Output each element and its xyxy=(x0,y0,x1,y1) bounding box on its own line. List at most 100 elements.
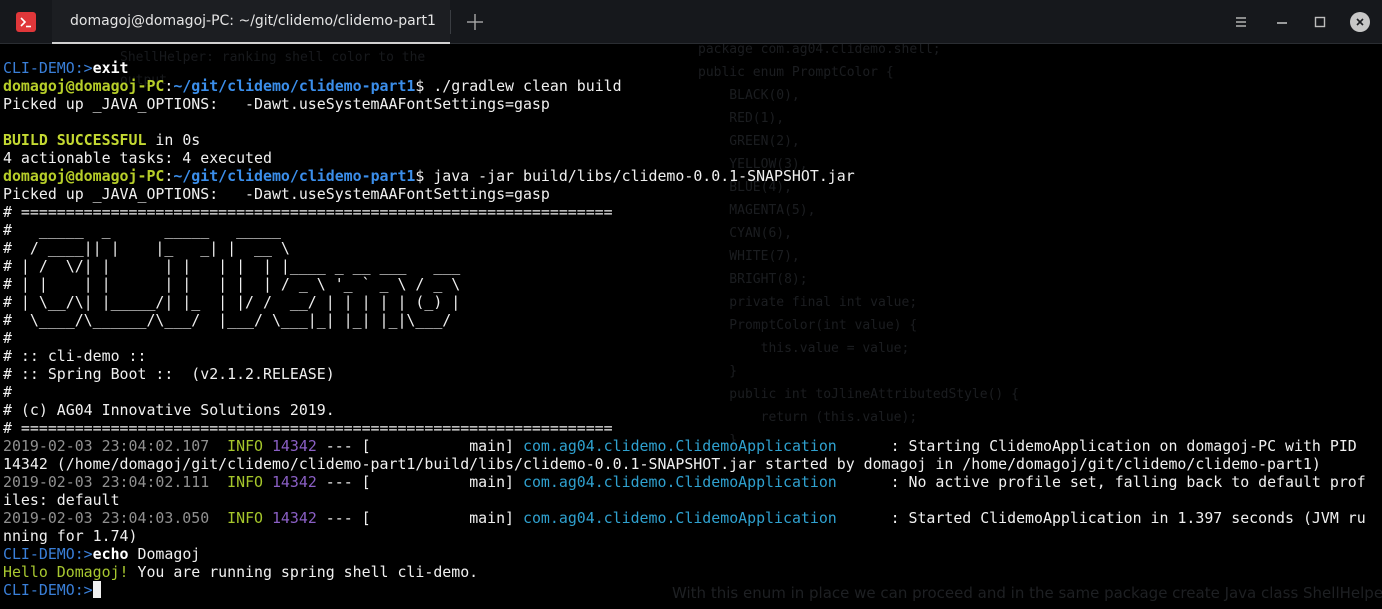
terminal-text-segment: ~/git/clidemo/clidemo-part1 xyxy=(173,167,416,185)
terminal-line: 14342 (/home/domagoj/git/clidemo/clidemo… xyxy=(3,455,1366,473)
terminal-line: Picked up _JAVA_OPTIONS: -Dawt.useSystem… xyxy=(3,95,1366,113)
terminal-text-segment: domagoj@domagoj-PC xyxy=(3,167,165,185)
terminal-text-segment: 14342 xyxy=(271,509,317,527)
terminal-text-segment: # / ____|| | |_ _| | __ \ xyxy=(3,239,290,257)
terminal-text-segment: Picked up _JAVA_OPTIONS: -Dawt.useSystem… xyxy=(3,185,550,203)
terminal-line: # | / \/| | | | | | | |____ _ __ ___ ___ xyxy=(3,257,1366,275)
minimize-button[interactable] xyxy=(1272,12,1292,32)
terminal-text-segment: # | \__/\| |_____/| |_ | |/ / __/ | | | … xyxy=(3,293,461,311)
terminal-line: CLI-DEMO:> xyxy=(3,581,1366,599)
terminal-text-segment: CLI-DEMO:> xyxy=(3,545,93,563)
terminal-text-segment: INFO xyxy=(209,473,272,491)
terminal-text-segment: CLI-DEMO:> xyxy=(3,581,93,599)
terminal-text-segment: Domagoj xyxy=(128,545,201,563)
terminal-text-segment: # xyxy=(3,329,12,347)
terminal-text-segment: Picked up _JAVA_OPTIONS: -Dawt.useSystem… xyxy=(3,95,550,113)
terminal-text-segment: # | / \/| | | | | | | |____ _ __ ___ ___ xyxy=(3,257,461,275)
title-bar[interactable]: domagoj@domagoj-PC: ~/git/clidemo/clidem… xyxy=(0,0,1382,44)
terminal-line: # :: cli-demo :: xyxy=(3,347,1366,365)
terminal-text-segment: # _____ _ _____ _____ xyxy=(3,221,281,239)
terminal-line: # | \__/\| |_____/| |_ | |/ / __/ | | | … xyxy=(3,293,1366,311)
tab-title: domagoj@domagoj-PC: ~/git/clidemo/clidem… xyxy=(70,13,436,29)
maximize-icon xyxy=(1314,16,1326,28)
tab-divider xyxy=(450,10,451,34)
terminal-window: domagoj@domagoj-PC: ~/git/clidemo/clidem… xyxy=(0,0,1382,609)
terminal-text-segment: INFO xyxy=(209,437,272,455)
terminal-line: 4 actionable tasks: 4 executed xyxy=(3,149,1366,167)
terminal-line: CLI-DEMO:>echo Domagoj xyxy=(3,545,1366,563)
terminal-text-segment: 2019-02-03 23:04:02.111 xyxy=(3,473,210,491)
terminal-text-segment: 2019-02-03 23:04:02.107 xyxy=(3,437,210,455)
terminal-text-segment: nning for 1.74) xyxy=(3,527,138,545)
terminal-line: iles: default xyxy=(3,491,1366,509)
terminal-app-icon[interactable] xyxy=(16,12,36,32)
terminal-text-segment: ~/git/clidemo/clidemo-part1 xyxy=(173,77,416,95)
terminal-line: CLI-DEMO:>exit xyxy=(3,59,1366,77)
terminal-text-segment: : No active profile set, falling back to… xyxy=(836,473,1366,491)
terminal-text-segment: # xyxy=(3,383,12,401)
terminal-text-segment: --- [ main] xyxy=(316,437,523,455)
terminal-text-segment: --- [ main] xyxy=(316,509,523,527)
terminal-text-segment: $ ./gradlew clean build xyxy=(415,77,622,95)
terminal-text-segment: --- [ main] xyxy=(316,473,523,491)
terminal-text-segment: : Starting ClidemoApplication on domagoj… xyxy=(836,437,1357,455)
terminal-text-segment: in 0s xyxy=(146,131,201,149)
maximize-button[interactable] xyxy=(1310,12,1330,32)
terminal-text-segment: domagoj@domagoj-PC xyxy=(3,77,165,95)
terminal-line: # :: Spring Boot :: (v2.1.2.RELEASE) xyxy=(3,365,1366,383)
terminal-text-segment: com.ag04.clidemo.ClidemoApplication xyxy=(523,437,837,455)
terminal-text-segment: # ======================================… xyxy=(3,419,613,437)
minimize-icon xyxy=(1277,22,1287,24)
terminal-text-segment: 4 actionable tasks: 4 executed xyxy=(3,149,272,167)
terminal-text-segment: # (c) AG04 Innovative Solutions 2019. xyxy=(3,401,335,419)
tab-terminal-session[interactable]: domagoj@domagoj-PC: ~/git/clidemo/clidem… xyxy=(52,0,450,44)
terminal-text-segment: iles: default xyxy=(3,491,120,509)
terminal-text-segment: # | | | | | | | | | / _ \ '_ ` _ \ / _ \ xyxy=(3,275,461,293)
terminal-line: # _____ _ _____ _____ xyxy=(3,221,1366,239)
terminal-text-segment: com.ag04.clidemo.ClidemoApplication xyxy=(523,473,837,491)
terminal-line: Hello Domagoj! You are running spring sh… xyxy=(3,563,1366,581)
text-cursor xyxy=(92,581,101,598)
terminal-text-segment: INFO xyxy=(209,509,272,527)
terminal-text-segment: # :: cli-demo :: xyxy=(3,347,147,365)
terminal-text-segment: : xyxy=(164,77,174,95)
terminal-text-segment: 14342 xyxy=(271,437,317,455)
terminal-line: 2019-02-03 23:04:03.050 INFO 14342 --- [… xyxy=(3,509,1366,527)
terminal-text-segment: : xyxy=(164,167,174,185)
terminal-line: BUILD SUCCESSFUL in 0s xyxy=(3,131,1366,149)
terminal-text-segment: CLI-DEMO:> xyxy=(3,59,93,77)
hamburger-menu-icon xyxy=(1236,17,1246,27)
terminal-line: # ======================================… xyxy=(3,203,1366,221)
terminal-text-segment: 14342 (/home/domagoj/git/clidemo/clidemo… xyxy=(3,455,1321,473)
terminal-line: domagoj@domagoj-PC:~/git/clidemo/clidemo… xyxy=(3,167,1366,185)
new-tab-button[interactable] xyxy=(462,10,488,34)
terminal-text-segment: echo xyxy=(92,545,129,563)
terminal-text-segment: # :: Spring Boot :: (v2.1.2.RELEASE) xyxy=(3,365,335,383)
terminal-line: domagoj@domagoj-PC:~/git/clidemo/clidemo… xyxy=(3,77,1366,95)
terminal-lines: CLI-DEMO:>exit domagoj@domagoj-PC:~/git/c… xyxy=(3,59,1366,599)
terminal-text-segment: : Started ClidemoApplication in 1.397 se… xyxy=(836,509,1366,527)
close-button[interactable] xyxy=(1350,12,1370,32)
terminal-line: nning for 1.74) xyxy=(3,527,1366,545)
terminal-line: # \____/\______/\___/ |___/ \___|_| |_| … xyxy=(3,311,1366,329)
terminal-line: # xyxy=(3,329,1366,347)
terminal-text-segment: exit xyxy=(92,59,129,77)
terminal-text-segment: Hello Domagoj! xyxy=(3,563,129,581)
terminal-text-segment: BUILD SUCCESSFUL xyxy=(3,131,147,149)
terminal-line: 2019-02-03 23:04:02.111 INFO 14342 --- [… xyxy=(3,473,1366,491)
terminal-line: # / ____|| | |_ _| | __ \ xyxy=(3,239,1366,257)
terminal-text-segment: # \____/\______/\___/ |___/ \___|_| |_| … xyxy=(3,311,452,329)
menu-button[interactable] xyxy=(1231,12,1251,32)
terminal-text-segment: 14342 xyxy=(271,473,317,491)
terminal-text-segment: 2019-02-03 23:04:03.050 xyxy=(3,509,210,527)
terminal-line: # (c) AG04 Innovative Solutions 2019. xyxy=(3,401,1366,419)
close-icon xyxy=(1356,18,1364,26)
terminal-line: # ======================================… xyxy=(3,419,1366,437)
terminal-text-segment: com.ag04.clidemo.ClidemoApplication xyxy=(523,509,837,527)
terminal-line: Picked up _JAVA_OPTIONS: -Dawt.useSystem… xyxy=(3,185,1366,203)
plus-icon xyxy=(467,14,483,30)
terminal-output[interactable]: package com.ag04.clidemo.shell; public en… xyxy=(0,44,1382,609)
terminal-line: 2019-02-03 23:04:02.107 INFO 14342 --- [… xyxy=(3,437,1366,455)
terminal-text-segment: # ======================================… xyxy=(3,203,613,221)
